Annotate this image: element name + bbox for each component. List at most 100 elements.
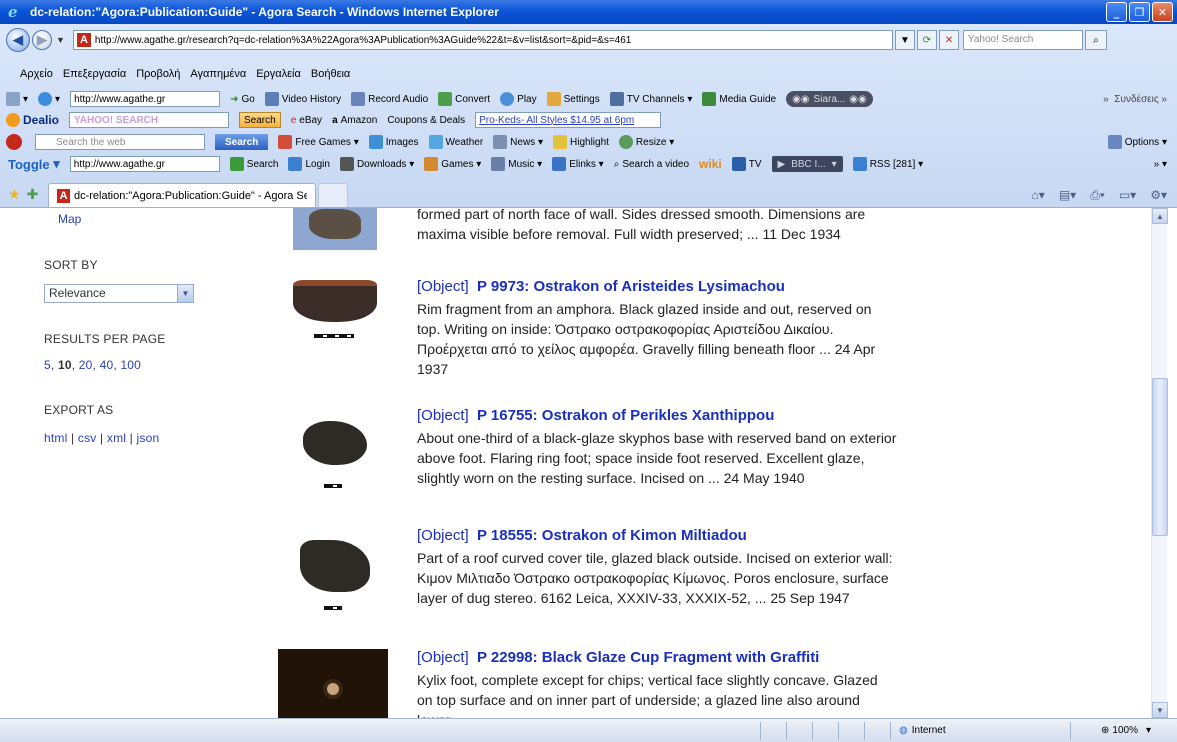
- convert-button[interactable]: Convert: [438, 92, 490, 106]
- minimize-button[interactable]: _: [1106, 2, 1127, 22]
- wiki-button[interactable]: wiki: [699, 157, 722, 171]
- toggle-url-input[interactable]: http://www.agathe.gr: [69, 156, 220, 172]
- toolbar1-url[interactable]: http://www.agathe.gr: [70, 91, 221, 107]
- images-button[interactable]: Images: [368, 135, 419, 149]
- home-icon[interactable]: ⌂▾: [1032, 188, 1045, 203]
- music-button[interactable]: Music ▾: [491, 157, 542, 171]
- media-player-widget[interactable]: ◉◉ Siara... ◉◉: [786, 91, 873, 107]
- play-button[interactable]: Play: [500, 92, 537, 106]
- print-icon[interactable]: ⎙▾: [1090, 188, 1105, 203]
- video-history-button[interactable]: Video History: [264, 92, 341, 106]
- ask-toolbar: Search the web Search Free Games ▾ Image…: [0, 131, 1177, 153]
- highlight-button[interactable]: Highlight: [553, 135, 609, 149]
- security-zone[interactable]: ◍ Internet: [890, 721, 1070, 740]
- resize-button[interactable]: Resize ▾: [618, 135, 674, 149]
- forward-button[interactable]: ▶: [32, 30, 52, 50]
- weather-button[interactable]: Weather: [428, 135, 483, 149]
- export-json-link[interactable]: json: [137, 431, 160, 445]
- address-bar[interactable]: A http://www.agathe.gr/research?q=dc-rel…: [72, 30, 893, 50]
- login-button[interactable]: Login: [288, 157, 330, 171]
- sort-select[interactable]: Relevance ▼: [44, 284, 194, 303]
- toolbar-overflow-icon[interactable]: » ▾: [1154, 159, 1167, 170]
- menu-edit[interactable]: Επεξεργασία: [63, 68, 126, 84]
- result-text: Rim fragment from an amphora. Black glaz…: [417, 301, 876, 377]
- yahoo-search-box[interactable]: YAHOO! SEARCH: [69, 112, 230, 128]
- result-title[interactable]: [Object] P 22998: Black Glaze Cup Fragme…: [417, 648, 897, 668]
- refresh-button[interactable]: ⟳: [916, 30, 937, 50]
- result-text: Kylix foot, complete except for chips; v…: [417, 672, 878, 718]
- search-video-button[interactable]: ⌕ Search a video: [614, 159, 689, 170]
- scroll-up-icon[interactable]: ▲: [1152, 208, 1168, 224]
- rss-button[interactable]: RSS [281] ▾: [852, 157, 923, 171]
- settings-button[interactable]: Settings: [546, 92, 600, 106]
- page-menu-icon[interactable]: ▭▾: [1119, 188, 1136, 203]
- result-thumbnail[interactable]: [280, 208, 390, 250]
- media-guide-button[interactable]: Media Guide: [702, 92, 776, 106]
- zoom-control[interactable]: ⊕ 100% ▾: [1070, 721, 1177, 740]
- vertical-scrollbar[interactable]: ▲ ▼: [1151, 208, 1168, 718]
- close-button[interactable]: ✕: [1152, 2, 1173, 22]
- scroll-down-icon[interactable]: ▼: [1152, 702, 1168, 718]
- tv-channels-button[interactable]: TV Channels ▾: [609, 92, 692, 106]
- ask-search-input[interactable]: Search the web: [35, 134, 205, 150]
- ask-logo-icon[interactable]: [6, 134, 25, 150]
- ebay-button[interactable]: e eBay: [291, 115, 322, 126]
- options-button[interactable]: Options ▾: [1107, 135, 1167, 149]
- rpp-option-20[interactable]: 20: [79, 358, 93, 372]
- export-xml-link[interactable]: xml: [107, 431, 126, 445]
- add-favorites-icon[interactable]: ✚: [27, 186, 39, 203]
- result-thumbnail[interactable]: [280, 421, 390, 465]
- menu-favorites[interactable]: Αγαπημένα: [190, 68, 246, 84]
- tab-agora-search[interactable]: A dc-relation:"Agora:Publication:Guide" …: [48, 183, 317, 207]
- maximize-button[interactable]: ❐: [1129, 2, 1150, 22]
- toggle-brand[interactable]: Toggle ▾: [8, 156, 60, 172]
- coupons-button[interactable]: Coupons & Deals: [387, 115, 465, 126]
- rpp-option-40[interactable]: 40: [100, 358, 114, 372]
- favorites-star-icon[interactable]: ★: [8, 186, 21, 203]
- menu-view[interactable]: Προβολή: [136, 68, 180, 84]
- new-tab-button[interactable]: [318, 183, 349, 207]
- rpp-option-5[interactable]: 5: [44, 358, 51, 372]
- menu-file[interactable]: Αρχείο: [20, 68, 53, 84]
- free-games-button[interactable]: Free Games ▾: [278, 135, 359, 149]
- downloads-button[interactable]: Downloads ▾: [339, 157, 414, 171]
- history-dropdown-icon[interactable]: ▼: [56, 35, 65, 45]
- result-thumbnail[interactable]: [280, 280, 390, 322]
- ask-search-button[interactable]: Search: [215, 134, 269, 150]
- yahoo-search-input[interactable]: Yahoo! Search: [962, 30, 1083, 50]
- tv-button[interactable]: TV: [731, 157, 762, 171]
- search-button[interactable]: ⌕: [1084, 30, 1107, 50]
- tools-menu-icon[interactable]: ⚙▾: [1150, 188, 1167, 203]
- scroll-thumb[interactable]: [1152, 378, 1168, 536]
- rpp-option-100[interactable]: 100: [120, 358, 141, 372]
- result-title[interactable]: [Object] P 16755: Ostrakon of Perikles X…: [417, 406, 897, 426]
- result-title[interactable]: [Object] P 9973: Ostrakon of Aristeides …: [417, 277, 897, 297]
- back-button[interactable]: ◀: [6, 28, 30, 52]
- elinks-button[interactable]: Elinks ▾: [552, 157, 604, 171]
- amazon-button[interactable]: a Amazon: [332, 115, 377, 126]
- radio-icon[interactable]: ▾: [38, 92, 60, 106]
- record-audio-button[interactable]: Record Audio: [351, 92, 428, 106]
- result-title[interactable]: [Object] P 18555: Ostrakon of Kimon Milt…: [417, 526, 897, 546]
- dealio-search-button[interactable]: Search: [239, 112, 281, 128]
- dealio-brand[interactable]: Dealio: [6, 113, 59, 127]
- menu-tools[interactable]: Εργαλεία: [256, 68, 301, 84]
- result-thumbnail[interactable]: [278, 649, 388, 718]
- promo-dropdown[interactable]: Pro-Keds- All Styles $14.95 at 6pm: [475, 112, 662, 128]
- result-thumbnail[interactable]: [280, 540, 390, 592]
- map-link[interactable]: Map: [58, 212, 81, 226]
- feeds-icon[interactable]: ▤▾: [1059, 188, 1076, 203]
- export-csv-link[interactable]: csv: [78, 431, 97, 445]
- results-per-page-heading: RESULTS PER PAGE: [44, 332, 166, 346]
- menu-help[interactable]: Βοήθεια: [311, 68, 350, 84]
- toolbar-options-icon[interactable]: ▾: [6, 92, 28, 106]
- toggle-search-button[interactable]: Search: [229, 157, 278, 171]
- export-html-link[interactable]: html: [44, 431, 67, 445]
- news-button[interactable]: News ▾: [493, 135, 543, 149]
- links-button[interactable]: » Συνδέσεις »: [1103, 94, 1167, 105]
- go-button[interactable]: ➜ Go: [230, 94, 255, 105]
- stop-button[interactable]: ✕: [938, 30, 959, 50]
- bbc-player-widget[interactable]: ▶ BBC I... ▾: [771, 156, 843, 172]
- address-dropdown-icon[interactable]: ▼: [894, 30, 915, 50]
- games-button[interactable]: Games ▾: [424, 157, 481, 171]
